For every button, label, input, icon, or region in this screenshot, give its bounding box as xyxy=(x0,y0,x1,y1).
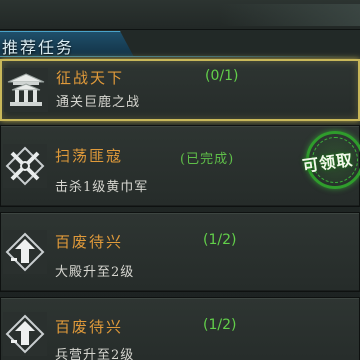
task-description: 大殿升至2级 xyxy=(55,265,135,280)
task-status-completed: (已完成) xyxy=(180,152,235,167)
task-description: 击杀1级黄巾军 xyxy=(55,180,149,195)
task-title: 征战天下 xyxy=(56,69,125,87)
task-title: 百废待兴 xyxy=(55,318,124,336)
upgrade-arrow-icon xyxy=(3,230,47,274)
task-card-upgrade-hall[interactable]: 百废待兴 大殿升至2级 (1/2) xyxy=(0,212,360,292)
top-bar xyxy=(0,0,360,30)
task-progress: (1/2) xyxy=(203,232,237,248)
top-bar-decoration xyxy=(220,4,360,26)
task-card-conquer[interactable]: 征战天下 通关巨鹿之战 (0/1) xyxy=(0,59,360,121)
palace-icon xyxy=(4,68,48,112)
crossed-swords-icon xyxy=(3,144,47,188)
task-card-upgrade-barracks[interactable]: 百废待兴 兵营升至2级 (1/2) xyxy=(0,297,360,360)
task-description: 兵营升至2级 xyxy=(55,348,135,360)
task-progress: (0/1) xyxy=(205,68,239,84)
task-progress: (1/2) xyxy=(203,317,237,333)
header-divider xyxy=(0,56,360,57)
upgrade-arrow-icon xyxy=(3,312,47,356)
task-title: 扫荡匪寇 xyxy=(55,147,124,165)
task-title: 百废待兴 xyxy=(55,233,124,251)
claim-reward-button[interactable]: 可领取 xyxy=(300,131,360,189)
section-title: 推荐任务 xyxy=(2,38,75,57)
task-screen: 推荐任务 征战天下 通关巨鹿之战 (0/1) 扫荡匪寇 击杀1级黄巾军 (已完成… xyxy=(0,0,360,360)
task-description: 通关巨鹿之战 xyxy=(56,95,141,110)
